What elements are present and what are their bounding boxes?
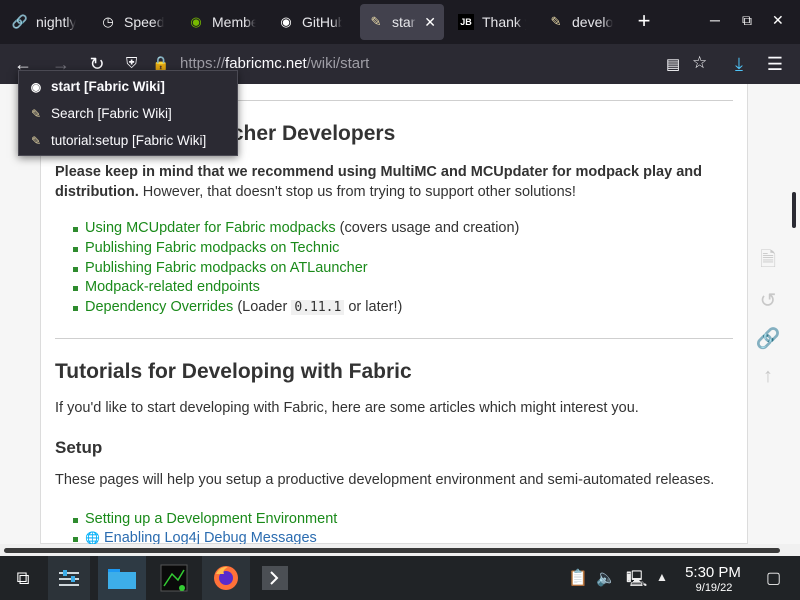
- link-modpack-endpoints[interactable]: Modpack-related endpoints: [85, 279, 260, 295]
- konsole-icon[interactable]: [252, 556, 298, 600]
- close-tab-icon[interactable]: ✕: [424, 14, 436, 31]
- chain-icon: 🔗: [11, 14, 29, 29]
- github-icon: ◉: [280, 14, 292, 29]
- tab-label: nightly: [36, 14, 76, 30]
- backlinks-icon[interactable]: 🔗: [756, 326, 781, 350]
- horizontal-scrollbar[interactable]: [4, 548, 780, 553]
- history-item-label: start [Fabric Wiki]: [51, 79, 165, 94]
- system-settings-icon[interactable]: [48, 556, 90, 600]
- list-item: Modpack-related endpoints: [73, 279, 260, 295]
- list-item: Publishing Fabric modpacks on ATLauncher: [73, 260, 368, 276]
- tab-speedtest[interactable]: ◷ Speedt: [92, 4, 172, 40]
- download-icon[interactable]: ⤓: [728, 53, 750, 75]
- launcher-developers-heading: ncher Developers: [219, 122, 396, 145]
- tab-label: GitHub: [302, 14, 342, 30]
- back-to-top-icon[interactable]: ↑: [756, 364, 780, 388]
- tab-label: develo: [572, 14, 614, 30]
- restore-icon[interactable]: ⧉: [742, 12, 752, 29]
- tab-members[interactable]: ◉ Membe: [180, 4, 264, 40]
- show-desktop-icon[interactable]: ▢: [766, 568, 781, 588]
- link-dependency-overrides[interactable]: Dependency Overrides: [85, 299, 233, 315]
- wiki-pencil-icon: ✎: [370, 14, 382, 29]
- wiki-pencil-icon: ✎: [30, 133, 42, 148]
- terminal-icon[interactable]: [150, 556, 198, 600]
- list-item: Publishing Fabric modpacks on Technic: [72, 240, 339, 256]
- tab-label: Thank y: [482, 14, 526, 30]
- file-manager-icon[interactable]: [98, 556, 146, 600]
- clock-date[interactable]: 9/19/22: [686, 582, 742, 594]
- link-technic[interactable]: Publishing Fabric modpacks on Technic: [85, 240, 339, 256]
- show-source-icon[interactable]: 🗎: [756, 249, 780, 274]
- list-item: 🌐 Enabling Log4j Debug Messages: [73, 530, 317, 544]
- hamburger-menu-icon[interactable]: ☰: [764, 53, 786, 75]
- firefox-icon[interactable]: [202, 556, 250, 600]
- globe-icon: 🌐: [85, 531, 100, 544]
- bookmark-star-icon[interactable]: ☆: [692, 53, 707, 73]
- history-item-label: Search [Fabric Wiki]: [51, 106, 172, 121]
- old-revisions-icon[interactable]: ↺: [756, 288, 780, 312]
- network-icon[interactable]: 🖳: [626, 568, 647, 595]
- volume-icon[interactable]: 🔈: [596, 568, 616, 588]
- tab-thank-you[interactable]: JB Thank y: [450, 4, 534, 40]
- minimize-icon[interactable]: ─: [710, 12, 720, 28]
- tutorials-intro: If you'd like to start developing with F…: [55, 400, 639, 416]
- history-item-start[interactable]: ◉ start [Fabric Wiki]: [19, 73, 237, 100]
- history-item-tutorial-setup[interactable]: ✎ tutorial:setup [Fabric Wiki]: [19, 127, 237, 154]
- clock-time[interactable]: 5:30 PM: [682, 564, 744, 581]
- close-window-icon[interactable]: ✕: [772, 12, 784, 29]
- nvidia-icon: ◉: [190, 14, 202, 29]
- link-atlauncher[interactable]: Publishing Fabric modpacks on ATLauncher: [85, 260, 368, 276]
- tab-nightly[interactable]: 🔗 nightly: [4, 4, 84, 40]
- tab-label: start: [392, 14, 416, 30]
- history-item-search[interactable]: ✎ Search [Fabric Wiki]: [19, 100, 237, 127]
- radio-selected-icon: ◉: [30, 79, 42, 94]
- clipboard-icon[interactable]: 📋: [568, 568, 588, 588]
- link-mcupdater[interactable]: Using MCUpdater for Fabric modpacks: [85, 220, 336, 236]
- tab-strip: 🔗 nightly ◷ Speedt ◉ Membe ◉ GitHub ✎ st…: [0, 0, 800, 44]
- tab-start[interactable]: ✎ start ✕: [360, 4, 444, 40]
- taskbar: ⧉ 📋 🔈 🖳 ▲ 5:30 PM 9/19/22 ▢: [0, 556, 800, 600]
- history-item-label: tutorial:setup [Fabric Wiki]: [51, 133, 207, 148]
- app-launcher-icon[interactable]: ⧉: [6, 556, 40, 600]
- link-log4j[interactable]: Enabling Log4j Debug Messages: [104, 530, 317, 544]
- tutorials-heading: Tutorials for Developing with Fabric: [55, 360, 412, 383]
- new-tab-button[interactable]: +: [632, 10, 656, 32]
- list-item: Dependency Overrides (Loader 0.11.1 or l…: [72, 299, 403, 315]
- horizontal-scrollbar-track: [0, 544, 800, 556]
- wiki-pencil-icon: ✎: [550, 14, 562, 29]
- show-hidden-icons-icon[interactable]: ▲: [656, 570, 668, 584]
- link-dev-environment[interactable]: Setting up a Development Environment: [85, 511, 337, 527]
- version-code: 0.11.1: [291, 300, 345, 315]
- tab-label: Membe: [212, 14, 256, 30]
- speedometer-icon: ◷: [102, 14, 114, 29]
- vertical-scrollbar[interactable]: [792, 192, 796, 228]
- back-history-menu: ◉ start [Fabric Wiki] ✎ Search [Fabric W…: [18, 70, 238, 156]
- list-item: Setting up a Development Environment: [72, 511, 337, 527]
- setup-intro: These pages will help you setup a produc…: [55, 472, 715, 488]
- jb-icon: JB: [458, 14, 474, 30]
- tab-label: Speedt: [124, 14, 164, 30]
- reader-view-icon[interactable]: ▤: [666, 55, 680, 73]
- tab-github[interactable]: ◉ GitHub: [270, 4, 350, 40]
- wiki-pencil-icon: ✎: [30, 106, 42, 121]
- tab-developers[interactable]: ✎ develo: [540, 4, 622, 40]
- setup-heading: Setup: [55, 438, 103, 457]
- launcher-intro: Please keep in mind that we recommend us…: [55, 164, 702, 200]
- divider: [55, 338, 733, 339]
- list-item: Using MCUpdater for Fabric modpacks (cov…: [72, 220, 520, 236]
